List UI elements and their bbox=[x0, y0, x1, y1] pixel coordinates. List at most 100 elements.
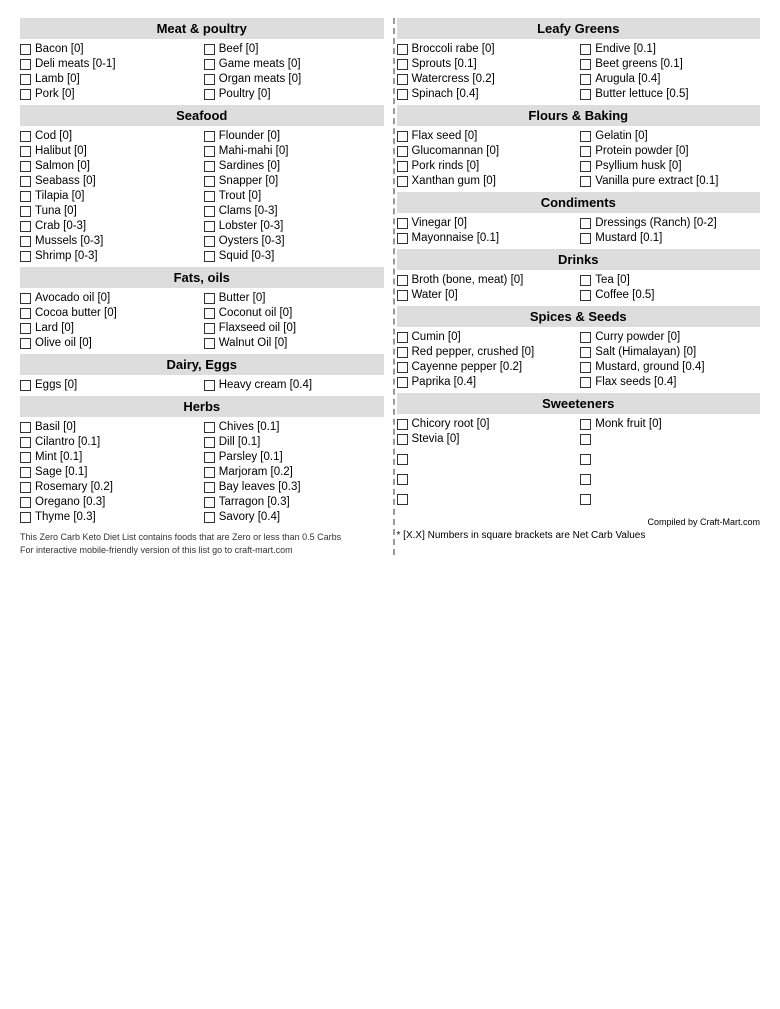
checkbox[interactable] bbox=[397, 59, 408, 70]
checkbox[interactable] bbox=[397, 419, 408, 430]
checkbox[interactable] bbox=[204, 512, 215, 523]
checkbox[interactable] bbox=[20, 74, 31, 85]
checkbox-empty[interactable] bbox=[397, 494, 408, 505]
checkbox[interactable] bbox=[397, 290, 408, 301]
checkbox[interactable] bbox=[397, 233, 408, 244]
checkbox[interactable] bbox=[580, 161, 591, 172]
checkbox[interactable] bbox=[580, 332, 591, 343]
checkbox-empty[interactable] bbox=[397, 474, 408, 485]
checkbox[interactable] bbox=[204, 452, 215, 463]
checkbox[interactable] bbox=[20, 338, 31, 349]
checkbox[interactable] bbox=[204, 323, 215, 334]
checkbox[interactable] bbox=[20, 176, 31, 187]
checkbox[interactable] bbox=[20, 251, 31, 262]
checkbox[interactable] bbox=[580, 74, 591, 85]
checkbox[interactable] bbox=[204, 308, 215, 319]
checkbox[interactable] bbox=[20, 146, 31, 157]
checkbox[interactable] bbox=[204, 191, 215, 202]
checkbox[interactable] bbox=[397, 434, 408, 445]
checkbox[interactable] bbox=[204, 497, 215, 508]
item-label: Savory [0.4] bbox=[219, 511, 280, 523]
checkbox[interactable] bbox=[204, 338, 215, 349]
checkbox-empty[interactable] bbox=[580, 474, 591, 485]
checkbox[interactable] bbox=[20, 89, 31, 100]
checkbox[interactable] bbox=[204, 74, 215, 85]
checkbox[interactable] bbox=[20, 467, 31, 478]
item-label: Squid [0-3] bbox=[219, 250, 275, 262]
checkbox[interactable] bbox=[20, 482, 31, 493]
checkbox[interactable] bbox=[20, 497, 31, 508]
checkbox[interactable] bbox=[580, 419, 591, 430]
checkbox[interactable] bbox=[204, 422, 215, 433]
checkbox[interactable] bbox=[580, 377, 591, 388]
checkbox[interactable] bbox=[397, 161, 408, 172]
checkbox[interactable] bbox=[204, 482, 215, 493]
checkbox[interactable] bbox=[397, 332, 408, 343]
item-label: Beef [0] bbox=[219, 43, 259, 55]
section-header-condiments: Condiments bbox=[397, 192, 761, 213]
checkbox[interactable] bbox=[204, 251, 215, 262]
item-label: Snapper [0] bbox=[219, 175, 278, 187]
checkbox[interactable] bbox=[20, 59, 31, 70]
checkbox[interactable] bbox=[397, 131, 408, 142]
item-label: Sardines [0] bbox=[219, 160, 280, 172]
checkbox[interactable] bbox=[20, 131, 31, 142]
checkbox[interactable] bbox=[580, 89, 591, 100]
checkbox[interactable] bbox=[397, 146, 408, 157]
checkbox[interactable] bbox=[204, 89, 215, 100]
checkbox[interactable] bbox=[204, 236, 215, 247]
checkbox[interactable] bbox=[20, 437, 31, 448]
checkbox[interactable] bbox=[20, 422, 31, 433]
checkbox[interactable] bbox=[20, 308, 31, 319]
checkbox[interactable] bbox=[204, 221, 215, 232]
checkbox[interactable] bbox=[580, 59, 591, 70]
checkbox-empty[interactable] bbox=[580, 434, 591, 445]
checkbox[interactable] bbox=[204, 146, 215, 157]
checkbox[interactable] bbox=[204, 59, 215, 70]
checkbox[interactable] bbox=[397, 176, 408, 187]
checkbox[interactable] bbox=[204, 293, 215, 304]
checkbox[interactable] bbox=[397, 44, 408, 55]
checkbox[interactable] bbox=[580, 218, 591, 229]
checkbox[interactable] bbox=[580, 176, 591, 187]
checkbox[interactable] bbox=[20, 452, 31, 463]
checkbox[interactable] bbox=[20, 236, 31, 247]
checkbox[interactable] bbox=[204, 176, 215, 187]
checkbox[interactable] bbox=[20, 221, 31, 232]
checkbox[interactable] bbox=[20, 44, 31, 55]
checkbox[interactable] bbox=[580, 131, 591, 142]
checkbox[interactable] bbox=[20, 380, 31, 391]
checkbox[interactable] bbox=[204, 44, 215, 55]
checkbox[interactable] bbox=[204, 380, 215, 391]
checkbox[interactable] bbox=[397, 377, 408, 388]
checkbox[interactable] bbox=[580, 146, 591, 157]
checkbox[interactable] bbox=[20, 161, 31, 172]
checkbox[interactable] bbox=[580, 233, 591, 244]
list-item: Cayenne pepper [0.2] bbox=[397, 360, 577, 374]
checkbox[interactable] bbox=[397, 218, 408, 229]
checkbox[interactable] bbox=[580, 347, 591, 358]
checkbox[interactable] bbox=[204, 437, 215, 448]
checkbox[interactable] bbox=[204, 206, 215, 217]
checkbox-empty[interactable] bbox=[580, 494, 591, 505]
checkbox[interactable] bbox=[20, 512, 31, 523]
checkbox[interactable] bbox=[204, 161, 215, 172]
checkbox[interactable] bbox=[397, 347, 408, 358]
checkbox[interactable] bbox=[20, 323, 31, 334]
checkbox[interactable] bbox=[397, 74, 408, 85]
checkbox[interactable] bbox=[20, 206, 31, 217]
checkbox[interactable] bbox=[580, 362, 591, 373]
checkbox[interactable] bbox=[397, 362, 408, 373]
section-condiments: CondimentsVinegar [0]Dressings (Ranch) [… bbox=[397, 192, 761, 245]
checkbox[interactable] bbox=[204, 131, 215, 142]
checkbox[interactable] bbox=[580, 290, 591, 301]
checkbox-empty[interactable] bbox=[397, 454, 408, 465]
checkbox[interactable] bbox=[580, 275, 591, 286]
checkbox-empty[interactable] bbox=[580, 454, 591, 465]
checkbox[interactable] bbox=[204, 467, 215, 478]
checkbox[interactable] bbox=[20, 191, 31, 202]
checkbox[interactable] bbox=[397, 89, 408, 100]
checkbox[interactable] bbox=[580, 44, 591, 55]
checkbox[interactable] bbox=[20, 293, 31, 304]
checkbox[interactable] bbox=[397, 275, 408, 286]
